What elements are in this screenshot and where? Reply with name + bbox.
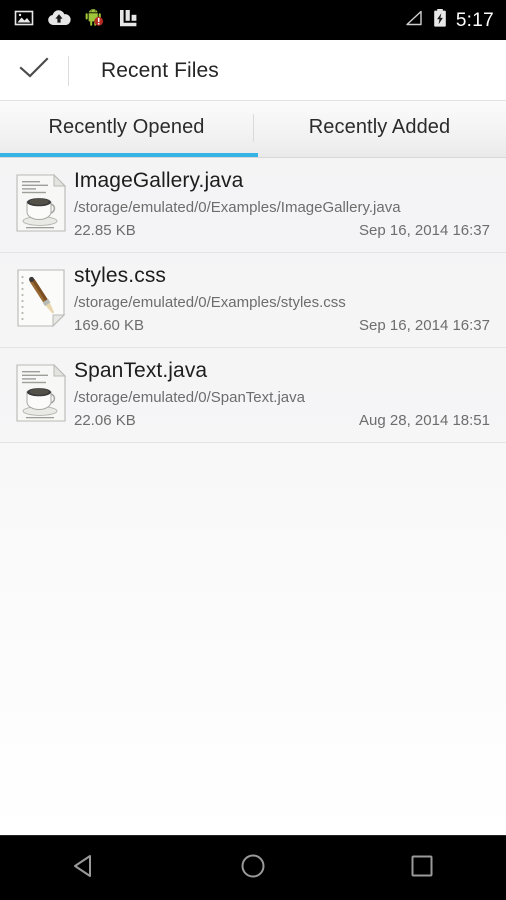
list-item[interactable]: SpanText.java /storage/emulated/0/SpanTe… [0,348,506,443]
java-file-icon [14,173,68,238]
signal-triangle-icon [402,9,424,32]
text-file-icon [14,268,68,333]
nav-recents-button[interactable] [382,836,462,900]
phone-screen: 5:17 Recent Files Recently Opened Recent… [0,0,506,900]
file-size: 169.60 KB [74,315,144,337]
file-meta: 22.85 KB Sep 16, 2014 16:37 [74,220,490,242]
tab-recently-opened[interactable]: Recently Opened [0,101,253,157]
file-name: SpanText.java [74,358,490,384]
battery-charging-icon [432,8,448,33]
gallery-layers-icon [118,8,139,33]
recents-square-icon [404,848,440,889]
file-date: Sep 16, 2014 16:37 [359,220,490,242]
file-name: styles.css [74,263,490,289]
file-date: Aug 28, 2014 18:51 [359,410,490,432]
file-info: styles.css /storage/emulated/0/Examples/… [72,263,490,337]
status-notification-icons [14,8,139,33]
tab-recently-added[interactable]: Recently Added [253,101,506,157]
tab-label: Recently Added [309,116,451,139]
file-info: SpanText.java /storage/emulated/0/SpanTe… [72,358,490,432]
tab-label: Recently Opened [48,116,204,139]
android-warning-icon [84,8,105,33]
file-list: ImageGallery.java /storage/emulated/0/Ex… [0,158,506,443]
file-meta: 22.06 KB Aug 28, 2014 18:51 [74,410,490,432]
back-triangle-icon [66,848,102,889]
java-file-icon [14,363,68,428]
file-meta: 169.60 KB Sep 16, 2014 16:37 [74,315,490,337]
navigation-bar [0,835,506,900]
file-info: ImageGallery.java /storage/emulated/0/Ex… [72,168,490,242]
image-icon [14,8,34,33]
file-date: Sep 16, 2014 16:37 [359,315,490,337]
tab-active-indicator [0,153,258,157]
status-clock: 5:17 [456,11,494,30]
confirm-check-button[interactable] [6,40,62,101]
action-bar: Recent Files [0,40,506,101]
action-bar-divider [68,56,69,86]
file-size: 22.06 KB [74,410,136,432]
list-item[interactable]: ImageGallery.java /storage/emulated/0/Ex… [0,158,506,253]
nav-home-button[interactable] [213,836,293,900]
content-area: ImageGallery.java /storage/emulated/0/Ex… [0,158,506,835]
status-system-icons: 5:17 [402,8,494,33]
page-title: Recent Files [101,59,219,83]
file-name: ImageGallery.java [74,168,490,194]
file-icon-wrap [10,168,72,238]
file-path: /storage/emulated/0/Examples/ImageGaller… [74,197,490,219]
file-icon-wrap [10,263,72,333]
list-item[interactable]: styles.css /storage/emulated/0/Examples/… [0,253,506,348]
file-path: /storage/emulated/0/Examples/styles.css [74,292,490,314]
status-bar: 5:17 [0,0,506,40]
tab-bar: Recently Opened Recently Added [0,101,506,158]
file-icon-wrap [10,358,72,428]
file-path: /storage/emulated/0/SpanText.java [74,387,490,409]
nav-back-button[interactable] [44,836,124,900]
file-size: 22.85 KB [74,220,136,242]
home-circle-icon [235,848,271,889]
check-icon [17,54,51,87]
cloud-upload-icon [47,9,71,32]
